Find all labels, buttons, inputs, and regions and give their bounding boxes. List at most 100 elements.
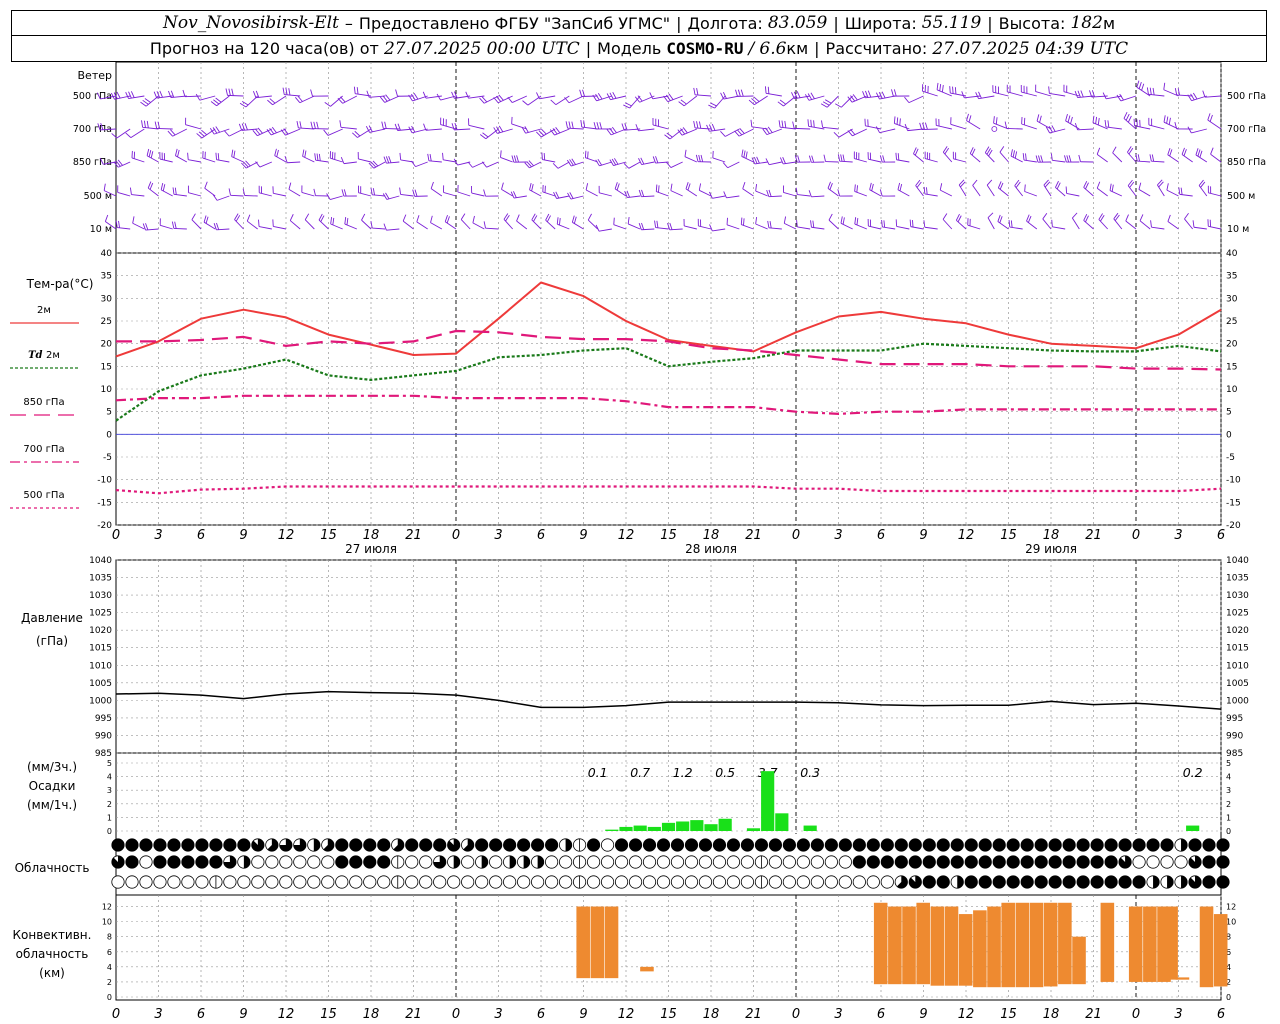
barb-feather bbox=[413, 93, 419, 100]
wind-barb-icon bbox=[942, 213, 953, 230]
wind-barb-icon bbox=[1166, 183, 1179, 197]
cloud-cover-circle-icon bbox=[558, 838, 573, 852]
cloud-circle bbox=[139, 855, 153, 869]
wind-barb-icon bbox=[1096, 181, 1108, 197]
barb-feather bbox=[741, 149, 744, 157]
barb-feather bbox=[1072, 212, 1078, 219]
wind-barb-icon bbox=[598, 185, 612, 197]
barb-feather bbox=[1150, 220, 1152, 228]
wind-barb-icon bbox=[924, 151, 938, 163]
wind-barb-icon bbox=[370, 187, 386, 197]
pressure-tick-right: 995 bbox=[1226, 714, 1243, 724]
wind-barb-icon bbox=[500, 150, 513, 163]
pressure-tick-right: 1040 bbox=[1226, 556, 1249, 566]
wind-barb-icon bbox=[821, 120, 839, 130]
cloud-cover-circle-icon bbox=[642, 838, 657, 852]
meteogram-chart: 0 3 6 9 12 15 18 21 0 3 6 9 12 15 18 21 0 3 6 9 12 15 18 21 0 3 60… bbox=[10, 61, 1266, 1022]
barb-staff bbox=[1112, 152, 1123, 163]
barb-staff bbox=[288, 189, 301, 197]
cloud-cover-circle-icon bbox=[111, 838, 125, 852]
wind-barb-icon bbox=[159, 218, 173, 230]
barb-feather bbox=[346, 217, 349, 226]
pressure-tick-left: 995 bbox=[95, 714, 112, 724]
pressure-tick-right: 1035 bbox=[1226, 574, 1249, 584]
cloud-fill bbox=[349, 855, 362, 869]
wind-barb-icon bbox=[1004, 121, 1023, 130]
barb-feather bbox=[1202, 90, 1206, 98]
cloud-cover-circle-icon bbox=[866, 838, 880, 852]
cloud-fill bbox=[167, 838, 181, 852]
cloud-cover-circle-icon bbox=[936, 875, 950, 889]
time-tick-label: 21 bbox=[1085, 528, 1102, 543]
barb-feather bbox=[656, 220, 659, 228]
cloud-cover-circle-icon bbox=[1118, 875, 1132, 889]
precip-bar bbox=[803, 825, 817, 831]
barb-feather bbox=[324, 102, 331, 107]
cloud-cover-circle-icon bbox=[447, 838, 461, 852]
barb-feather bbox=[827, 181, 831, 189]
barb-feather bbox=[941, 85, 944, 93]
cloud-cover-circle-icon bbox=[656, 838, 671, 852]
precip-tick-right: 1 bbox=[1226, 813, 1231, 822]
cloud-cover-circle-icon bbox=[237, 838, 251, 852]
time-tick-label: 9 bbox=[579, 528, 587, 543]
precip-bar bbox=[619, 826, 633, 831]
conv-tick-left: 8 bbox=[107, 933, 112, 942]
convective-bar bbox=[1199, 906, 1214, 988]
wind-barb-icon bbox=[1006, 84, 1023, 97]
barb-staff bbox=[568, 95, 584, 104]
cloud-fill bbox=[867, 838, 880, 852]
wind-barb-icon bbox=[493, 125, 513, 134]
barb-staff bbox=[1071, 217, 1080, 230]
cloud-circle bbox=[1174, 855, 1188, 869]
wind-barb-icon bbox=[904, 95, 924, 104]
wind-barb-icon bbox=[695, 154, 712, 163]
wind-barb-icon bbox=[182, 89, 202, 98]
barb-feather bbox=[810, 119, 812, 127]
wind-barb-icon bbox=[779, 156, 797, 165]
cloud-fill bbox=[125, 838, 139, 852]
cloud-cover-circle-icon bbox=[139, 875, 153, 889]
wind-barb-icon bbox=[1043, 179, 1052, 197]
convective-bar bbox=[1164, 906, 1178, 980]
barb-feather bbox=[154, 121, 158, 129]
pressure-title: Давление bbox=[21, 611, 83, 625]
precip-tick-right: 2 bbox=[1226, 800, 1231, 809]
time-tick-label: 15 bbox=[320, 528, 337, 543]
wind-barb-icon bbox=[313, 188, 329, 197]
wind-barb-icon bbox=[529, 182, 542, 197]
wind-barb-icon bbox=[1083, 213, 1094, 230]
barb-feather bbox=[762, 128, 768, 135]
cloud-circle bbox=[600, 838, 615, 852]
cloud-cover-circle-icon bbox=[768, 855, 783, 869]
convective-bar bbox=[1100, 902, 1115, 982]
wind-barb-icon bbox=[613, 217, 627, 230]
wind-barb-icon bbox=[231, 149, 244, 163]
cloud-fill bbox=[1153, 875, 1160, 889]
wind-barb-icon bbox=[1010, 149, 1023, 163]
barb-staff bbox=[699, 189, 712, 197]
cloud-cover-circle-icon bbox=[321, 855, 335, 869]
barb-feather bbox=[187, 152, 189, 160]
barb-feather bbox=[778, 120, 781, 128]
barb-feather bbox=[330, 216, 333, 225]
cloud-cover-circle-icon bbox=[363, 875, 377, 889]
barb-staff bbox=[1035, 91, 1052, 97]
cloud-fill bbox=[1048, 855, 1062, 869]
barb-staff bbox=[755, 223, 768, 230]
temp-tick-left: -5 bbox=[103, 453, 112, 463]
barb-staff bbox=[1042, 218, 1052, 230]
cloud-fill bbox=[335, 838, 348, 852]
time-tick-label: 15 bbox=[660, 528, 677, 543]
cloud-circle bbox=[810, 855, 824, 869]
barb-staff bbox=[471, 192, 485, 197]
wind-barb-icon bbox=[399, 152, 414, 163]
barb-feather bbox=[1107, 120, 1110, 128]
wind-barb-icon bbox=[999, 146, 1009, 163]
convective-bar bbox=[1029, 902, 1044, 988]
barb-feather bbox=[810, 92, 815, 99]
wind-barb-icon bbox=[516, 214, 528, 230]
cloud-fill bbox=[153, 855, 167, 869]
cloud-circle bbox=[111, 875, 125, 889]
wind-barb-icon bbox=[667, 222, 683, 231]
